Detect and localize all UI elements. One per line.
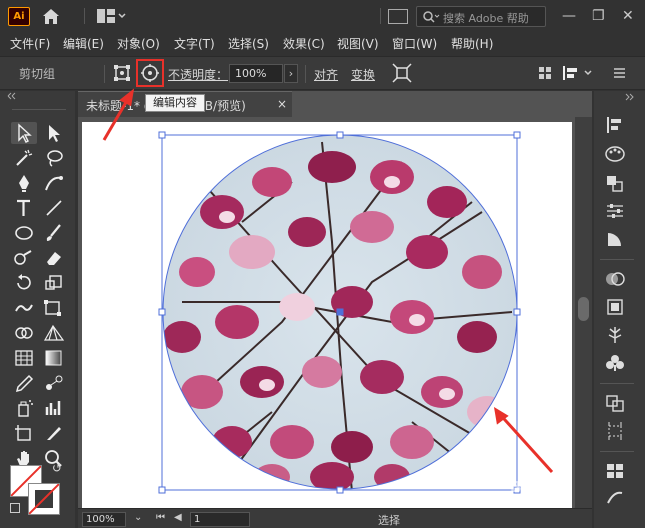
transform-button[interactable]: 变换 [351, 66, 375, 83]
divider [305, 65, 306, 83]
opacity-input[interactable]: 100% [229, 64, 283, 83]
default-colors-icon[interactable] [10, 503, 20, 513]
slice-tool-icon[interactable] [41, 422, 67, 444]
column-graph-tool-icon[interactable] [41, 397, 67, 419]
first-artboard-icon[interactable]: ⏮ [156, 512, 165, 523]
curvature-tool-icon[interactable] [41, 172, 67, 194]
magic-wand-tool-icon[interactable] [11, 147, 37, 169]
perspective-grid-tool-icon[interactable] [41, 322, 67, 344]
edit-contents-icon[interactable] [140, 63, 160, 83]
divider [380, 8, 381, 24]
close-window-icon[interactable]: ✕ [622, 8, 634, 24]
isolate-group-icon[interactable] [392, 63, 412, 83]
pen-tool-icon[interactable] [11, 172, 37, 194]
menu-bar: 文件(F) 编辑(E) 对象(O) 文字(T) 选择(S) 效果(C) 视图(V… [0, 32, 645, 54]
free-transform-tool-icon[interactable] [41, 297, 67, 319]
menu-help[interactable]: 帮助(H) [451, 35, 493, 52]
vertical-scrollbar[interactable] [575, 117, 592, 508]
symbols-icon[interactable] [604, 325, 626, 345]
menu-select[interactable]: 选择(S) [228, 35, 269, 52]
gradient-panel-icon[interactable] [604, 229, 626, 249]
selection-type-label: 剪切组 [19, 67, 56, 81]
scale-tool-icon[interactable] [41, 272, 67, 294]
search-input[interactable]: 搜索 Adobe 帮助 [416, 6, 546, 27]
search-placeholder: 搜索 Adobe 帮助 [443, 12, 529, 25]
menu-file[interactable]: 文件(F) [10, 35, 50, 52]
menu-edit[interactable]: 编辑(E) [63, 35, 104, 52]
title-bar: Ai 搜索 Adobe 帮助 — ❐ ✕ [0, 0, 645, 32]
close-tab-icon[interactable]: × [277, 97, 287, 111]
arrange-documents-icon[interactable] [388, 9, 408, 24]
zoom-field[interactable]: 100% [82, 512, 126, 527]
shape-builder-tool-icon[interactable] [11, 322, 37, 344]
artboard-tool-icon[interactable] [11, 422, 37, 444]
menu-window[interactable]: 窗口(W) [392, 35, 437, 52]
control-bar: 剪切组 不透明度： 100% › 对齐 变换 [0, 56, 645, 90]
watermark: Bai 经验 [510, 478, 572, 496]
canvas[interactable] [82, 122, 572, 508]
maximize-icon[interactable]: ❐ [592, 8, 605, 24]
symbol-sprayer-tool-icon[interactable] [11, 397, 37, 419]
grid-options-icon[interactable] [535, 63, 555, 83]
status-mode-text: 选择 [378, 514, 400, 527]
tools-panel: ↺ [0, 91, 75, 528]
transparency-icon[interactable] [604, 269, 626, 289]
edit-clipping-path-icon[interactable] [112, 63, 132, 83]
app-logo: Ai [8, 7, 30, 26]
swatches-icon[interactable] [604, 461, 626, 481]
menu-type[interactable]: 文字(T) [174, 35, 215, 52]
rotate-tool-icon[interactable] [11, 272, 37, 294]
mesh-tool-icon[interactable] [11, 347, 37, 369]
paintbrush-tool-icon[interactable] [41, 222, 67, 244]
graphic-styles-icon[interactable] [604, 353, 626, 373]
align-button[interactable]: 对齐 [314, 66, 338, 83]
brushes-icon[interactable] [604, 487, 626, 507]
warp-tool-icon[interactable] [11, 297, 37, 319]
ellipse-tool-icon[interactable] [11, 222, 37, 244]
document-area: 未标题-1* @ 1... (RGB/预览) × [78, 91, 592, 528]
expand-panels-icon[interactable] [624, 93, 638, 101]
workspace-switcher-icon[interactable] [96, 8, 126, 24]
divider [84, 8, 85, 24]
appearance-icon[interactable] [604, 297, 626, 317]
right-panel-dock [594, 91, 645, 528]
collapse-icon[interactable] [6, 92, 20, 100]
align-icon[interactable] [604, 115, 626, 135]
properties-sliders-icon[interactable] [604, 201, 626, 221]
search-icon [423, 11, 440, 23]
swap-colors-icon[interactable]: ↺ [52, 461, 62, 475]
color-palette-icon[interactable] [604, 144, 626, 164]
direct-selection-tool-icon[interactable] [41, 122, 67, 144]
crop-marks-icon[interactable] [604, 421, 626, 441]
shaper-tool-icon[interactable] [11, 247, 37, 269]
menu-object[interactable]: 对象(O) [117, 35, 160, 52]
blend-tool-icon[interactable] [41, 372, 67, 394]
prev-artboard-icon[interactable]: ◀ [174, 512, 182, 523]
eraser-tool-icon[interactable] [41, 247, 67, 269]
artboards-panel-icon[interactable] [604, 393, 626, 413]
status-bar: 100% ⌄ ⏮ ◀ 1 选择 [78, 508, 592, 528]
eyedropper-tool-icon[interactable] [11, 372, 37, 394]
home-icon[interactable] [40, 6, 62, 26]
align-panel-icon[interactable] [560, 63, 596, 83]
transform-icon[interactable] [604, 173, 626, 193]
menu-effect[interactable]: 效果(C) [283, 35, 325, 52]
artboard-number-field[interactable]: 1 [190, 512, 250, 527]
menu-view[interactable]: 视图(V) [337, 35, 379, 52]
selection-tool-icon[interactable] [11, 122, 37, 144]
type-tool-icon[interactable] [11, 197, 37, 219]
minimize-icon[interactable]: — [562, 8, 576, 24]
tooltip: 编辑内容 [145, 94, 205, 112]
artboard[interactable] [82, 122, 572, 508]
gradient-tool-icon[interactable] [41, 347, 67, 369]
divider [104, 65, 105, 83]
lasso-tool-icon[interactable] [41, 147, 67, 169]
stroke-swatch[interactable] [28, 483, 60, 515]
zoom-dropdown-icon[interactable]: ⌄ [134, 512, 142, 523]
opacity-arrow-icon[interactable]: › [284, 64, 298, 83]
line-tool-icon[interactable] [41, 197, 67, 219]
panel-menu-icon[interactable] [609, 63, 629, 83]
opacity-label[interactable]: 不透明度： [168, 66, 228, 83]
